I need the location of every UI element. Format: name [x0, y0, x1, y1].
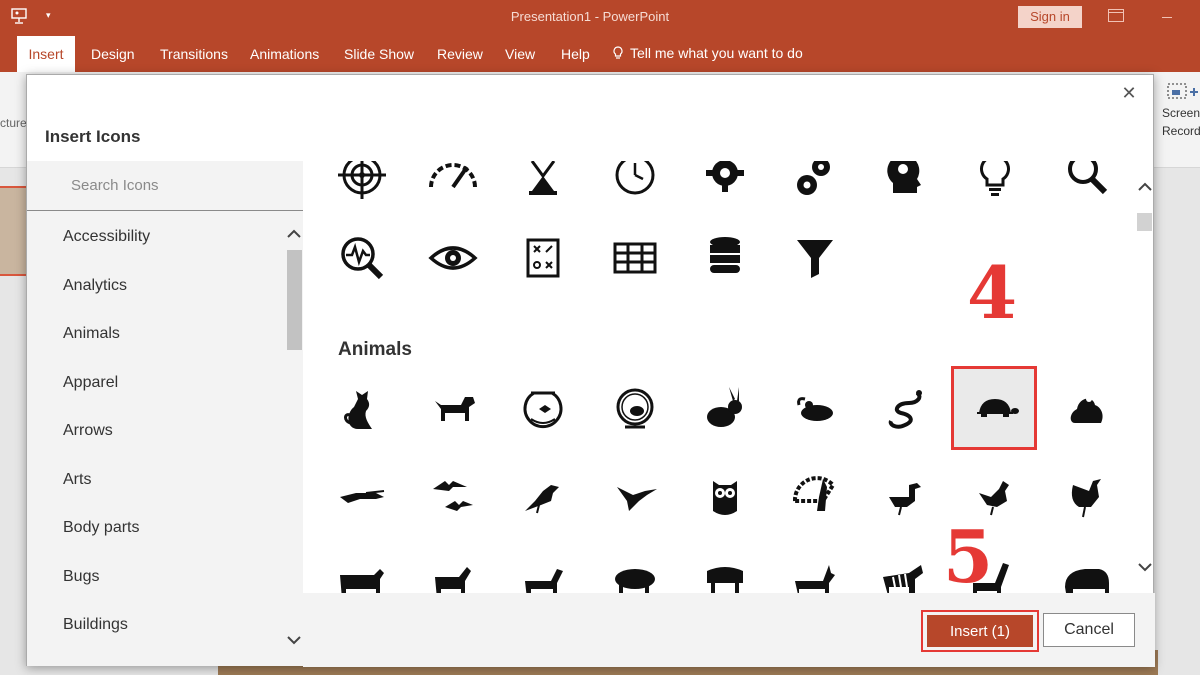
duck-icon[interactable]	[879, 471, 931, 523]
icon-grid: Animals 4 5	[303, 161, 1135, 593]
hourglass-icon[interactable]	[517, 161, 569, 201]
section-heading-animals: Animals	[338, 339, 412, 360]
category-apparel[interactable]: Apparel	[63, 374, 118, 392]
search-input[interactable]	[27, 161, 303, 211]
eye-icon[interactable]	[427, 232, 479, 284]
lightbulb-icon[interactable]	[969, 161, 1021, 201]
speedometer-icon[interactable]	[427, 161, 479, 201]
peacock-icon[interactable]	[789, 471, 841, 523]
category-arrows[interactable]: Arrows	[63, 422, 113, 440]
antelope-icon[interactable]	[789, 559, 841, 593]
tab-view[interactable]: View	[505, 46, 535, 62]
dialog-title: Insert Icons	[45, 127, 141, 146]
zebra-icon[interactable]	[879, 559, 931, 593]
hamster-wheel-icon[interactable]	[609, 383, 661, 435]
tell-me-search[interactable]: Tell me what you want to do	[612, 45, 803, 61]
magnifier-icon[interactable]	[1061, 161, 1113, 201]
goat-icon[interactable]	[427, 559, 479, 593]
category-sidebar: Accessibility Analytics Animals Apparel …	[27, 161, 303, 666]
strategy-board-icon[interactable]	[517, 232, 569, 284]
clock-icon[interactable]	[609, 161, 661, 201]
turtle-icon[interactable]	[969, 383, 1021, 435]
category-animals[interactable]: Animals	[63, 325, 120, 343]
bats-icon[interactable]	[427, 471, 479, 523]
category-buildings[interactable]: Buildings	[63, 616, 128, 634]
table-grid-icon[interactable]	[609, 232, 661, 284]
crow-icon[interactable]	[517, 471, 569, 523]
gear-icon[interactable]	[699, 161, 751, 201]
cancel-button[interactable]: Cancel	[1043, 613, 1135, 647]
category-analytics[interactable]: Analytics	[63, 277, 127, 295]
crocodile-icon[interactable]	[336, 471, 388, 523]
rabbit-icon[interactable]	[699, 383, 751, 435]
fishbowl-icon[interactable]	[517, 383, 569, 435]
tab-help[interactable]: Help	[561, 46, 590, 62]
title-bar: ▾ Presentation1 - PowerPoint Sign in	[0, 0, 1200, 36]
step-number-5: 5	[943, 514, 994, 593]
tab-transitions[interactable]: Transitions	[160, 46, 228, 62]
screen-recording-icon	[1167, 83, 1198, 99]
chevron-down-icon[interactable]	[1137, 559, 1153, 575]
screen-recording-label-1: Screen	[1162, 106, 1200, 120]
tell-me-label: Tell me what you want to do	[630, 45, 803, 61]
icon-grid-scrollbar[interactable]	[1135, 161, 1153, 593]
pictures-group-label[interactable]: cture	[0, 116, 27, 130]
tab-review[interactable]: Review	[437, 46, 483, 62]
dog-icon[interactable]	[427, 383, 479, 435]
lightbulb-icon	[613, 46, 623, 59]
category-body-parts[interactable]: Body parts	[63, 519, 139, 537]
insert-icons-dialog: Insert Icons ✕ Accessibility Analytics A…	[26, 74, 1155, 667]
cat-icon[interactable]	[336, 383, 388, 435]
head-gear-icon[interactable]	[879, 161, 931, 201]
category-scroll-thumb[interactable]	[287, 250, 302, 350]
mouse-icon[interactable]	[789, 383, 841, 435]
cow-icon[interactable]	[336, 559, 388, 593]
window-title: Presentation1 - PowerPoint	[510, 9, 670, 24]
category-bugs[interactable]: Bugs	[63, 568, 99, 586]
owl-icon[interactable]	[699, 471, 751, 523]
horse-icon[interactable]	[517, 559, 569, 593]
chevron-up-icon[interactable]	[1137, 179, 1153, 195]
tab-insert[interactable]: Insert	[17, 36, 75, 72]
chevron-down-icon[interactable]	[285, 632, 303, 648]
chevron-up-icon[interactable]	[285, 226, 303, 242]
gears-icon[interactable]	[789, 161, 841, 201]
screen-recording-label-2: Recording	[1162, 124, 1200, 138]
insert-button[interactable]: Insert (1)	[927, 615, 1033, 647]
category-scrollbar[interactable]	[285, 216, 303, 661]
funnel-icon[interactable]	[789, 232, 841, 284]
snake-icon[interactable]	[879, 383, 931, 435]
hummingbird-icon[interactable]	[609, 471, 661, 523]
close-icon[interactable]: ✕	[1119, 83, 1139, 103]
minimize-icon[interactable]	[1162, 17, 1172, 18]
target-icon[interactable]	[336, 161, 388, 201]
pig-icon[interactable]	[609, 559, 661, 593]
tab-slide-show[interactable]: Slide Show	[344, 46, 414, 62]
tab-animations[interactable]: Animations	[250, 46, 319, 62]
database-icon[interactable]	[699, 232, 751, 284]
sheep-icon[interactable]	[699, 559, 751, 593]
category-accessibility[interactable]: Accessibility	[63, 228, 150, 246]
magnifier-pulse-icon[interactable]	[336, 232, 388, 284]
step-number-4: 4	[967, 250, 1018, 335]
screen-recording-button[interactable]: Screen Recording	[1156, 80, 1200, 140]
category-arts[interactable]: Arts	[63, 471, 91, 489]
slide-thumbnail[interactable]	[0, 186, 28, 276]
frog-icon[interactable]	[1061, 383, 1113, 435]
ribbon-display-options-icon[interactable]	[1108, 9, 1124, 22]
elephant-icon[interactable]	[1061, 559, 1113, 593]
icon-grid-scroll-thumb[interactable]	[1137, 213, 1152, 231]
rooster-icon[interactable]	[1061, 471, 1113, 523]
tab-insert-label: Insert	[28, 46, 64, 62]
dialog-footer: Insert (1) Cancel	[303, 593, 1155, 667]
tab-design[interactable]: Design	[91, 46, 135, 62]
sign-in-button[interactable]: Sign in	[1018, 6, 1082, 28]
